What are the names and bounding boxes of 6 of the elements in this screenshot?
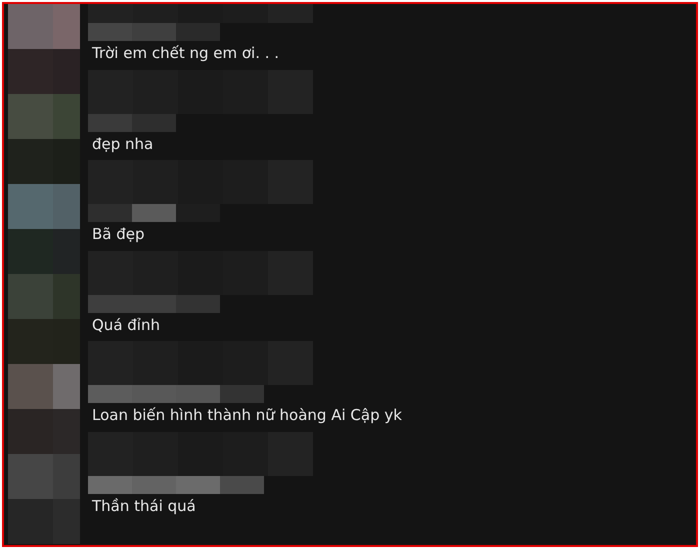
comment-text: Trời em chết ng em ơi. . . <box>91 43 280 64</box>
comment-text: Bã đẹp <box>91 224 146 245</box>
comment-text: Quá đỉnh <box>91 314 161 336</box>
comment-text: Thần thái quá <box>91 496 197 516</box>
comment-text: đẹp nha <box>91 134 154 154</box>
comment-text: Loan biến hình thành nữ hoàng Ai Cập yk <box>91 405 403 426</box>
